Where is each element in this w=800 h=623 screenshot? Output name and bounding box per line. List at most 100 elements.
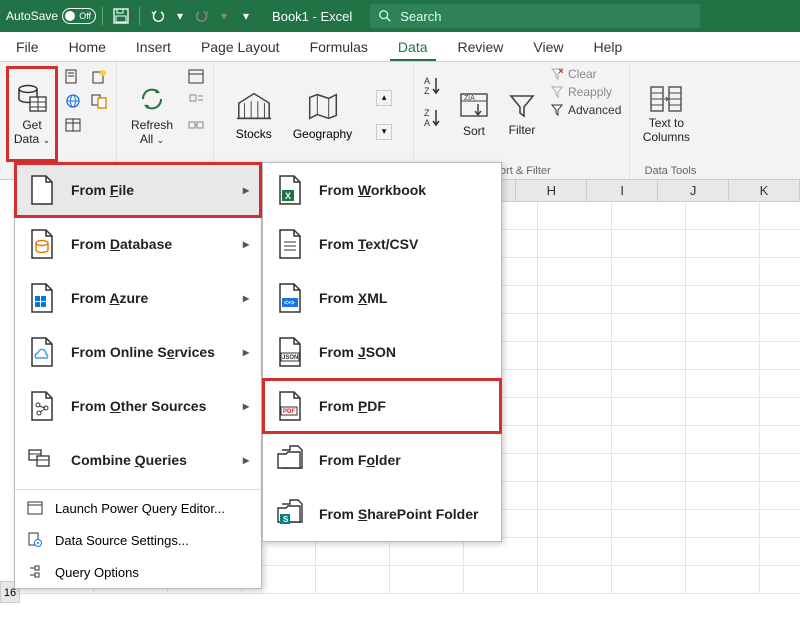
- menu-launch-pq-editor[interactable]: Launch Power Query Editor...: [15, 492, 261, 524]
- funnel-icon: [507, 91, 537, 121]
- svg-text:A: A: [424, 76, 430, 86]
- menu-from-pdf[interactable]: PDF From PDF: [263, 379, 501, 433]
- refresh-icon: [135, 82, 169, 116]
- sort-asc-button[interactable]: AZ: [420, 72, 448, 98]
- settings-file-icon: [25, 530, 45, 550]
- recent-sources-small-button[interactable]: [88, 66, 110, 88]
- menu-data-source-settings[interactable]: Data Source Settings...: [15, 524, 261, 556]
- tab-view[interactable]: View: [525, 33, 571, 61]
- text-to-columns-icon: [649, 84, 683, 114]
- svg-text:<•>: <•>: [284, 300, 295, 307]
- qat-customize-icon[interactable]: ▾: [234, 4, 258, 28]
- text-to-columns-button[interactable]: Text to Columns: [636, 66, 696, 162]
- advanced-button[interactable]: Advanced: [548, 102, 623, 118]
- options-icon: [25, 562, 45, 582]
- sharepoint-folder-icon: S: [275, 499, 305, 529]
- clear-filter-button[interactable]: Clear: [548, 66, 623, 82]
- get-data-menu: From File ▸ From Database ▸ From Azure ▸…: [14, 162, 262, 589]
- redo-icon[interactable]: [190, 4, 214, 28]
- menu-from-online-services[interactable]: From Online Services ▸: [15, 325, 261, 379]
- get-data-button[interactable]: Get Data ⌄: [6, 66, 58, 162]
- cloud-icon: [27, 337, 57, 367]
- search-box[interactable]: Search: [370, 4, 700, 28]
- menu-from-xml[interactable]: <•> From XML: [263, 271, 501, 325]
- file-icon: [27, 175, 57, 205]
- menu-from-workbook[interactable]: X From Workbook: [263, 163, 501, 217]
- col-header[interactable]: I: [587, 180, 658, 201]
- map-icon: [304, 89, 342, 123]
- sort-button[interactable]: Z|A Sort: [452, 66, 496, 162]
- tab-insert[interactable]: Insert: [128, 33, 179, 61]
- menu-combine-queries[interactable]: Combine Queries ▸: [15, 433, 261, 487]
- menu-from-sharepoint-folder[interactable]: S From SharePoint Folder: [263, 487, 501, 541]
- existing-connections-small-button[interactable]: [88, 90, 110, 112]
- geography-button[interactable]: Geography: [293, 89, 352, 141]
- json-file-icon: JSON: [275, 337, 305, 367]
- tab-formulas[interactable]: Formulas: [302, 33, 376, 61]
- chevron-right-icon: ▸: [243, 345, 249, 359]
- redo-dropdown-icon[interactable]: ▾: [218, 4, 230, 28]
- col-header[interactable]: K: [729, 180, 800, 201]
- pdf-file-icon: PDF: [275, 391, 305, 421]
- menu-from-file[interactable]: From File ▸: [15, 163, 261, 217]
- sort-icon: Z|A: [458, 90, 490, 122]
- menu-from-json[interactable]: JSON From JSON: [263, 325, 501, 379]
- edit-links-button[interactable]: [185, 114, 207, 136]
- from-table-small-button[interactable]: [62, 114, 84, 136]
- tab-help[interactable]: Help: [586, 33, 631, 61]
- xml-file-icon: <•>: [275, 283, 305, 313]
- chevron-right-icon: ▸: [243, 183, 249, 197]
- svg-text:Z: Z: [424, 86, 430, 96]
- search-placeholder: Search: [400, 9, 441, 24]
- col-header[interactable]: J: [658, 180, 729, 201]
- document-title: Book1 - Excel: [272, 9, 352, 24]
- tab-review[interactable]: Review: [450, 33, 512, 61]
- reapply-icon: [550, 85, 564, 99]
- menu-from-folder[interactable]: From Folder: [263, 433, 501, 487]
- combine-icon: [27, 445, 57, 475]
- tab-page-layout[interactable]: Page Layout: [193, 33, 288, 61]
- svg-text:X: X: [285, 191, 291, 201]
- reapply-button[interactable]: Reapply: [548, 84, 623, 100]
- col-header[interactable]: H: [516, 180, 587, 201]
- datatype-more-icon[interactable]: ▾: [376, 124, 392, 140]
- stocks-button[interactable]: Stocks: [235, 89, 273, 141]
- svg-text:Z: Z: [424, 108, 430, 118]
- chevron-right-icon: ▸: [243, 237, 249, 251]
- editor-icon: [25, 498, 45, 518]
- from-file-submenu: X From Workbook From Text/CSV <•> From X…: [262, 162, 502, 542]
- menu-from-text-csv[interactable]: From Text/CSV: [263, 217, 501, 271]
- chevron-right-icon: ▸: [243, 453, 249, 467]
- text-file-icon: [275, 229, 305, 259]
- title-bar: AutoSave Off ▾ ▾ ▾ Book1 - Excel Search: [0, 0, 800, 32]
- datatype-up-icon[interactable]: ▴: [376, 90, 392, 106]
- chevron-right-icon: ▸: [243, 399, 249, 413]
- svg-text:JSON: JSON: [282, 355, 298, 361]
- properties-button[interactable]: [185, 90, 207, 112]
- menu-from-azure[interactable]: From Azure ▸: [15, 271, 261, 325]
- autosave-toggle[interactable]: AutoSave Off: [6, 8, 96, 24]
- excel-file-icon: X: [275, 175, 305, 205]
- from-web-small-button[interactable]: [62, 90, 84, 112]
- undo-dropdown-icon[interactable]: ▾: [174, 4, 186, 28]
- refresh-all-button[interactable]: Refresh All ⌄: [123, 66, 181, 162]
- menu-query-options[interactable]: Query Options: [15, 556, 261, 588]
- azure-icon: [27, 283, 57, 313]
- from-text-small-button[interactable]: [62, 66, 84, 88]
- svg-text:PDF: PDF: [283, 409, 295, 415]
- sort-desc-button[interactable]: ZA: [420, 104, 448, 130]
- queries-pane-button[interactable]: [185, 66, 207, 88]
- tab-home[interactable]: Home: [61, 33, 114, 61]
- undo-icon[interactable]: [146, 4, 170, 28]
- tab-file[interactable]: File: [8, 33, 47, 61]
- tab-data[interactable]: Data: [390, 33, 436, 61]
- menu-from-database[interactable]: From Database ▸: [15, 217, 261, 271]
- folder-icon: [275, 445, 305, 475]
- filter-button[interactable]: Filter: [500, 66, 544, 162]
- building-icon: [235, 89, 273, 123]
- menu-from-other-sources[interactable]: From Other Sources ▸: [15, 379, 261, 433]
- database-icon: [15, 82, 49, 116]
- svg-text:A: A: [424, 118, 430, 128]
- svg-text:S: S: [283, 515, 289, 524]
- save-icon[interactable]: [109, 4, 133, 28]
